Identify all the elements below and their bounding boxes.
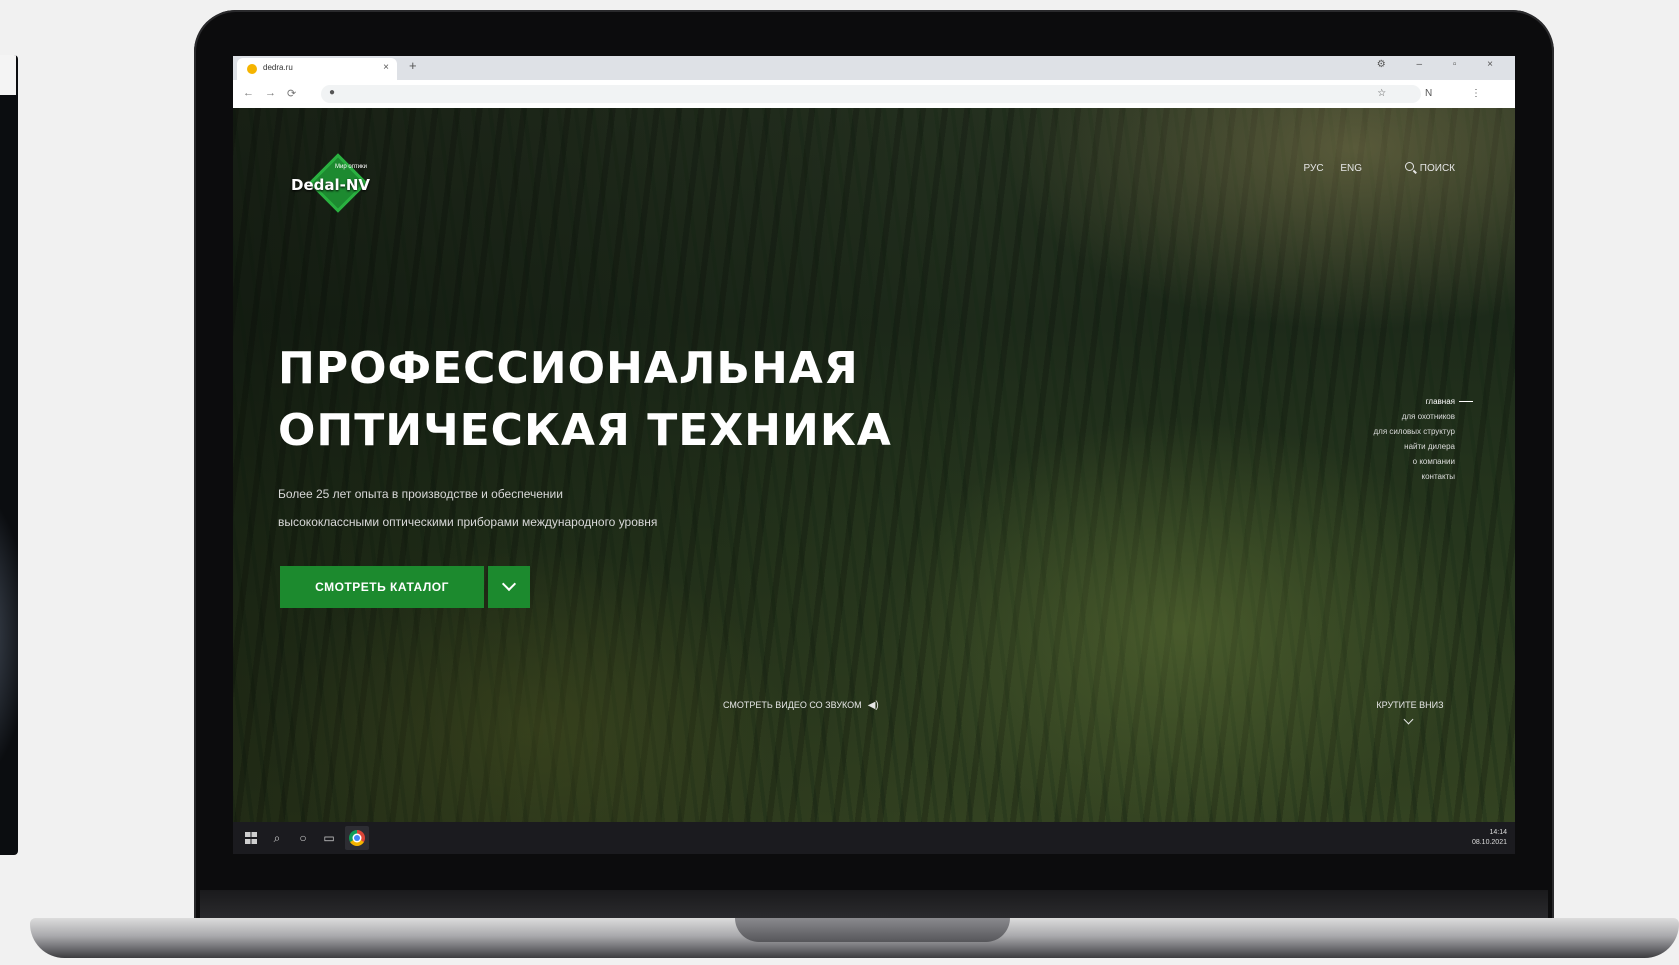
search-link[interactable]: ПОИСК (1404, 162, 1455, 174)
hero-title-line-1: ПРОФЕССИОНАЛЬНАЯ (278, 343, 859, 394)
cortana-icon[interactable]: ○ (295, 830, 311, 846)
lang-ru-link[interactable]: РУС (1304, 163, 1324, 174)
lang-en-link[interactable]: ENG (1340, 163, 1362, 174)
tab-close-icon[interactable]: × (383, 62, 389, 73)
clock-time: 14:14 (1489, 829, 1507, 836)
sidenav-item-dealer[interactable]: найти дилера (1373, 439, 1455, 454)
laptop-notch (735, 918, 1010, 942)
laptop-screen: dedra.ru × + ⚙ – ▫ × ← → ⟳ ● ☆ N ⋮ Мир о… (233, 56, 1515, 854)
sound-icon: ◀) (867, 700, 879, 711)
sidenav-item-about[interactable]: о компании (1373, 454, 1455, 469)
taskbar-clock[interactable]: 14:14 08.10.2021 (1472, 828, 1507, 848)
search-label: ПОИСК (1419, 163, 1455, 174)
laptop-chin (200, 890, 1548, 920)
browser-menu-icons[interactable]: ☆ N ⋮ (1377, 88, 1499, 99)
side-navigation: главная для охотников для силовых структ… (1373, 394, 1455, 484)
new-tab-button[interactable]: + (409, 58, 417, 73)
hero-subtitle: Более 25 лет опыта в производстве и обес… (278, 480, 657, 536)
hero-subtitle-line-2: высококлассными оптическими приборами ме… (278, 515, 658, 529)
scroll-down-label: КРУТИТЕ ВНИЗ (1376, 700, 1444, 710)
chevron-down-icon (501, 576, 517, 592)
search-icon (1404, 162, 1414, 171)
background-device-edge (0, 55, 18, 855)
scroll-down-hint[interactable]: КРУТИТЕ ВНИЗ (1365, 700, 1455, 725)
hero-title-line-2: ОПТИЧЕСКАЯ ТЕХНИКА (278, 405, 892, 456)
scroll-chevron-icon (1403, 714, 1414, 725)
catalog-dropdown-button[interactable] (488, 566, 530, 608)
sidenav-item-forces[interactable]: для силовых структур (1373, 424, 1455, 439)
view-catalog-button[interactable]: СМОТРЕТЬ КАТАЛОГ (280, 566, 484, 608)
reload-icon[interactable]: ⟳ (287, 87, 296, 100)
task-view-icon[interactable]: ▭ (321, 830, 337, 846)
watch-video-link[interactable]: СМОТРЕТЬ ВИДЕО СО ЗВУКОМ ◀) (723, 700, 879, 711)
browser-tab[interactable]: dedra.ru × (237, 58, 397, 80)
chrome-taskbar-icon[interactable] (345, 826, 369, 850)
search-taskbar-icon[interactable]: ⌕ (269, 830, 285, 846)
window-controls[interactable]: ⚙ – ▫ × (1377, 59, 1507, 70)
hero-title: ПРОФЕССИОНАЛЬНАЯ ОПТИЧЕСКАЯ ТЕХНИКА (278, 338, 892, 462)
lock-icon: ● (329, 87, 336, 98)
site-logo[interactable]: Мир оптики Dedal-NV (291, 153, 381, 216)
logo-tagline: Мир оптики (335, 164, 368, 170)
site-favicon-icon (247, 64, 257, 74)
sidenav-item-contacts[interactable]: контакты (1373, 469, 1455, 484)
top-navigation: РУС ENG ПОИСК (1290, 162, 1455, 174)
browser-tab-bar: dedra.ru × + ⚙ – ▫ × (233, 56, 1515, 80)
tab-title: dedra.ru (263, 63, 293, 72)
sidenav-item-home[interactable]: главная (1373, 394, 1455, 409)
forward-icon[interactable]: → (265, 87, 276, 99)
watch-video-label: СМОТРЕТЬ ВИДЕО СО ЗВУКОМ (723, 700, 862, 710)
back-icon[interactable]: ← (243, 87, 254, 99)
url-input[interactable]: ● (321, 85, 1421, 103)
clock-date: 08.10.2021 (1471, 839, 1507, 846)
logo-text: Dedal-NV (291, 176, 371, 194)
windows-taskbar: ⌕ ○ ▭ 14:14 08.10.2021 (233, 822, 1515, 854)
sidenav-item-hunters[interactable]: для охотников (1373, 409, 1455, 424)
windows-start-icon[interactable] (243, 830, 259, 846)
hero-section: Мир оптики Dedal-NV РУС ENG ПОИСК ПРОФЕС… (233, 108, 1515, 822)
browser-address-bar: ← → ⟳ ● ☆ N ⋮ (233, 80, 1515, 109)
hero-subtitle-line-1: Более 25 лет опыта в производстве и обес… (278, 487, 563, 501)
